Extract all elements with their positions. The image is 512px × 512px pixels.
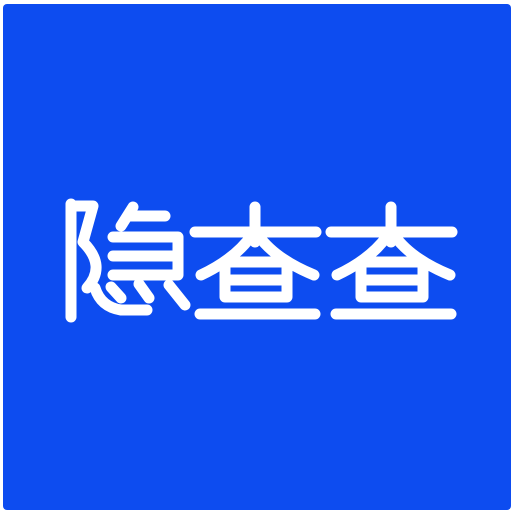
logo-wordmark	[3, 4, 511, 510]
app-icon	[0, 0, 512, 512]
logo-tile	[3, 4, 511, 510]
